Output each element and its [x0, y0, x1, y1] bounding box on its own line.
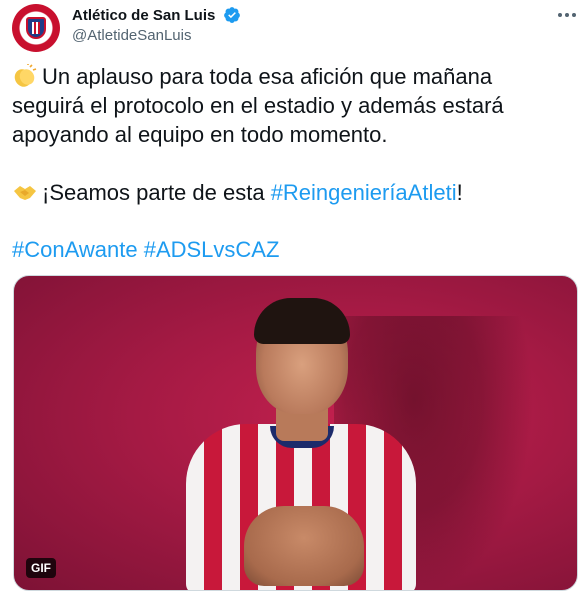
tweet-paragraph-1: Un aplauso para toda esa afición que mañ…: [12, 62, 578, 149]
gif-badge: GIF: [26, 558, 56, 578]
hashtag-conawante-link[interactable]: #ConAwante: [12, 237, 138, 262]
paragraph2-text: ¡Seamos parte de esta: [42, 180, 271, 205]
player-hair: [254, 298, 350, 344]
paragraph1-line1: Un aplauso para toda esa afición que mañ…: [42, 64, 493, 89]
tweet: Atlético de San Luis @AtletideSanLuis Un…: [0, 0, 588, 599]
player-hands: [244, 506, 364, 586]
handshake-icon: [14, 186, 36, 200]
avatar[interactable]: [12, 4, 60, 52]
paragraph1-line3: apoyando al equipo en todo momento.: [12, 122, 388, 147]
user-names: Atlético de San Luis @AtletideSanLuis: [72, 6, 241, 44]
hashtag-reingenieria-link[interactable]: #ReingenieríaAtleti: [271, 180, 457, 205]
hashtag-adslvscaz-link[interactable]: #ADSLvsCAZ: [144, 237, 280, 262]
club-crest-icon: [26, 17, 46, 39]
tweet-paragraph-2: ¡Seamos parte de esta #ReingenieríaAtlet…: [12, 178, 578, 207]
display-name[interactable]: Atlético de San Luis: [72, 7, 215, 24]
gif-media[interactable]: GIF: [13, 275, 578, 591]
paragraph2-end: !: [456, 180, 463, 205]
clapping-hands-icon: [14, 64, 37, 87]
tweet-paragraph-3: #ConAwante #ADSLvsCAZ: [12, 235, 578, 264]
verified-badge-icon: [223, 7, 240, 23]
more-options-icon[interactable]: [556, 4, 578, 26]
user-handle[interactable]: @AtletideSanLuis: [72, 27, 241, 44]
tweet-header: Atlético de San Luis @AtletideSanLuis: [12, 4, 578, 52]
paragraph1-line2: seguirá el protocolo en el estadio y ade…: [12, 93, 504, 118]
